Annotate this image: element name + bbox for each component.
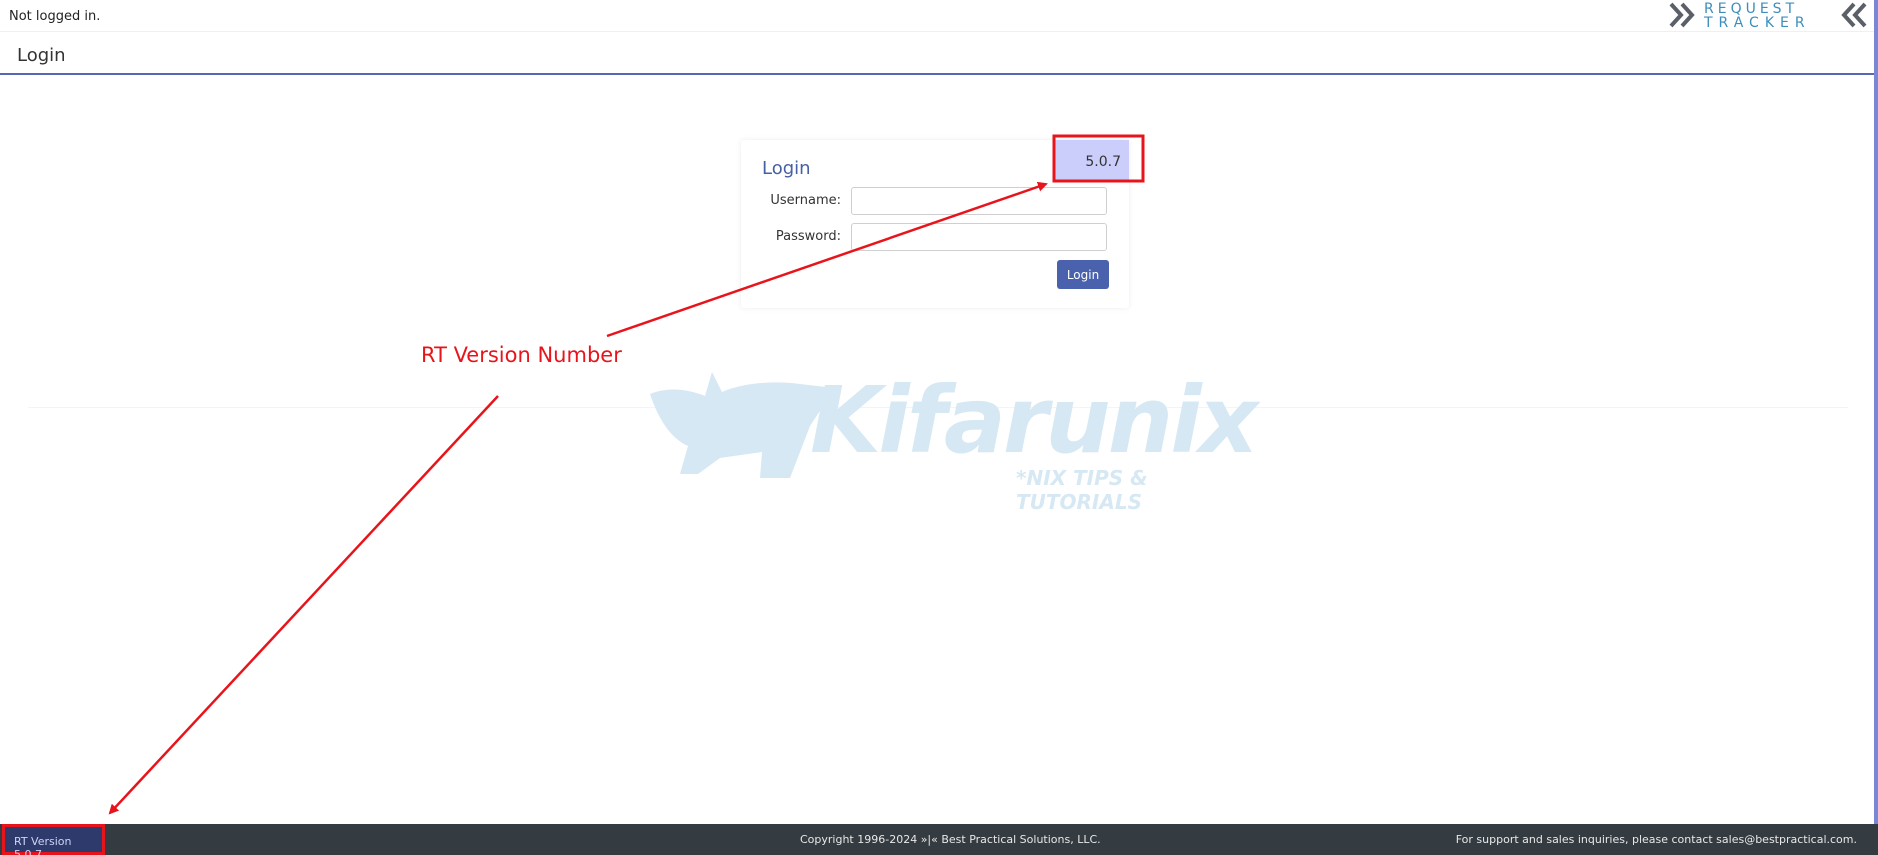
password-input[interactable] xyxy=(851,223,1107,251)
double-chevron-right-icon xyxy=(1669,2,1695,28)
page-header: Login xyxy=(0,32,1874,75)
username-input[interactable] xyxy=(851,187,1107,215)
login-button[interactable]: Login xyxy=(1057,260,1109,289)
footer-version-text: RT Version 5.0.7 xyxy=(14,835,72,855)
watermark-brand: Kifarunix xyxy=(810,367,1258,474)
logo-word-request: REQUEST xyxy=(1704,1,1799,17)
login-form: Login 5.0.7 Username: Password: Login xyxy=(741,140,1129,308)
watermark-logo: Kifarunix *NIX TIPS & TUTORIALS xyxy=(650,366,1258,514)
double-chevron-left-icon xyxy=(1841,2,1867,28)
version-number: 5.0.7 xyxy=(1085,154,1121,170)
watermark-tagline: *NIX TIPS & TUTORIALS xyxy=(1016,466,1148,514)
page-title: Login xyxy=(17,45,66,66)
request-tracker-logo[interactable]: REQUEST TRACKER xyxy=(1668,1,1868,31)
annotation-arrow-bottom xyxy=(108,395,499,815)
password-label: Password: xyxy=(775,229,841,244)
username-label: Username: xyxy=(770,193,841,208)
version-badge: 5.0.7 xyxy=(1053,140,1129,180)
login-status: Not logged in. xyxy=(9,9,101,24)
annotation-label: RT Version Number xyxy=(421,343,622,367)
footer: RT Version 5.0.7 Copyright 1996-2024 »|«… xyxy=(0,824,1878,855)
footer-copyright: Copyright 1996-2024 »|« Best Practical S… xyxy=(800,833,1101,846)
window-edge xyxy=(1874,0,1878,824)
logo-word-tracker: TRACKER xyxy=(1704,15,1811,31)
top-bar: Not logged in. REQUEST TRACKER xyxy=(0,0,1874,32)
login-form-title: Login xyxy=(762,158,811,179)
rt-login-page: Not logged in. REQUEST TRACKER Login Kif… xyxy=(0,0,1878,855)
footer-version-box: RT Version 5.0.7 xyxy=(2,824,105,855)
footer-support-text: For support and sales inquiries, please … xyxy=(1455,833,1857,846)
